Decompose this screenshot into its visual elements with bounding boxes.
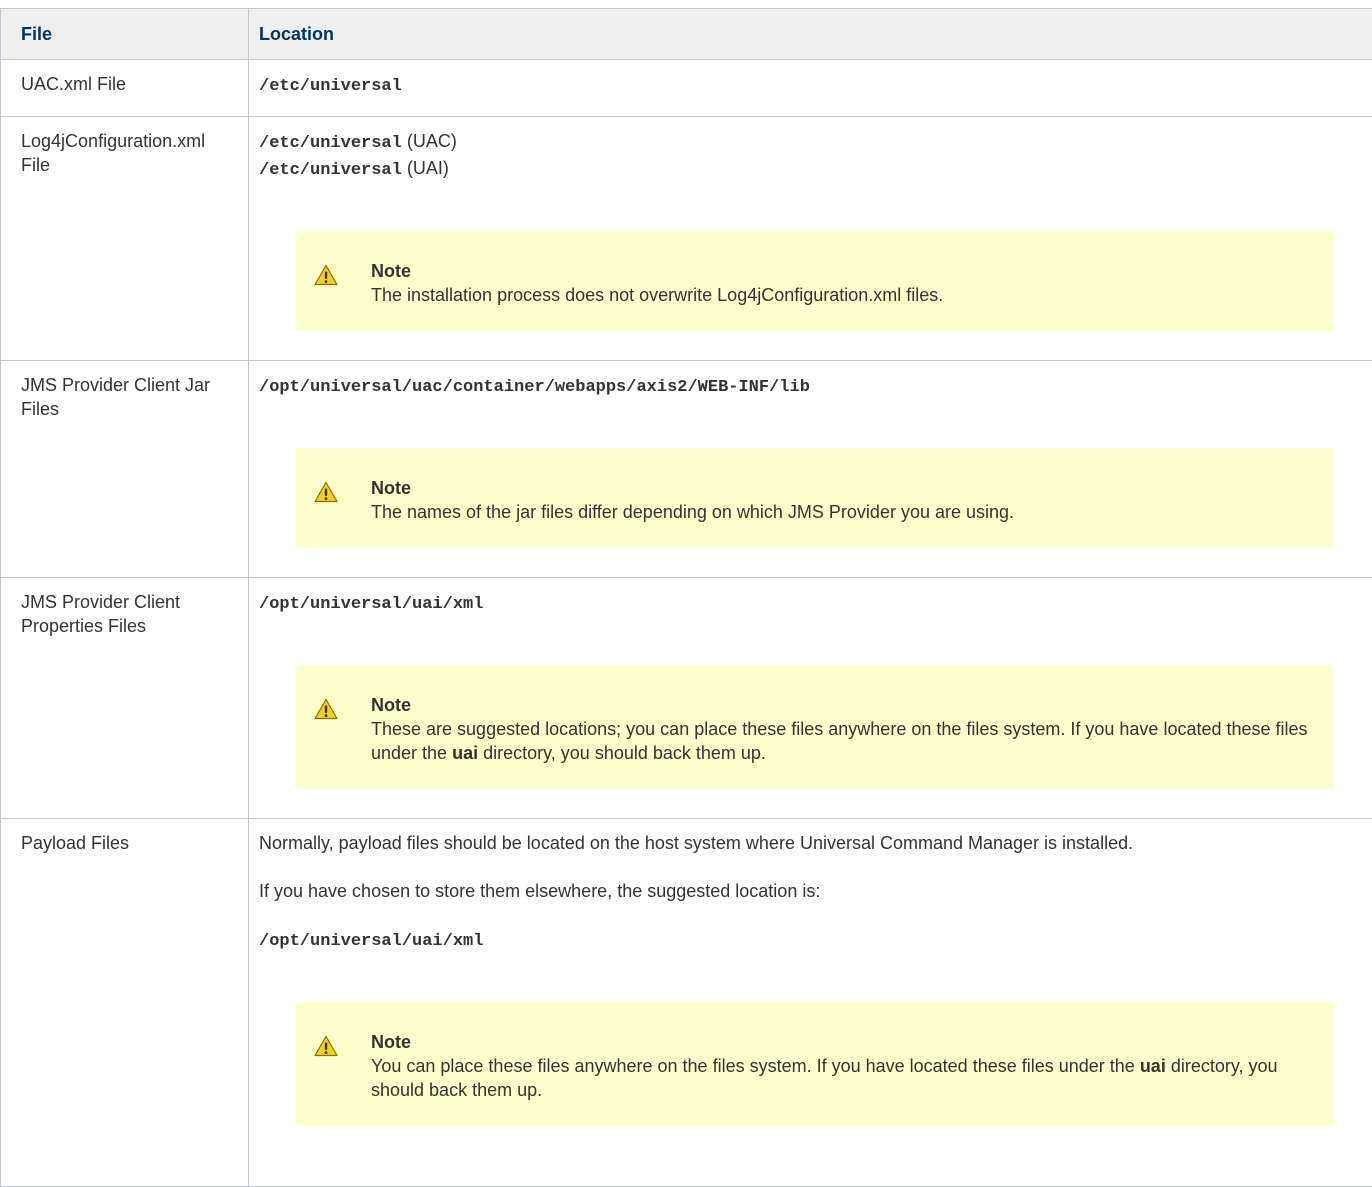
file-cell: JMS Provider Client Properties Files — [1, 578, 249, 819]
column-header-file: File — [1, 9, 249, 60]
file-cell: UAC.xml File — [1, 60, 249, 117]
note-panel: Note The installation process does not o… — [296, 231, 1334, 331]
note-text: The installation process does not overwr… — [371, 285, 943, 305]
location-cell: /etc/universal (UAC) /etc/universal (UAI… — [249, 117, 1372, 361]
note-panel: Note The names of the jar files differ d… — [296, 448, 1334, 548]
note-panel: Note These are suggested locations; you … — [296, 665, 1334, 789]
warning-icon — [314, 1035, 338, 1057]
file-location-table: File Location UAC.xml File /etc/universa… — [0, 8, 1372, 1187]
table-row: Payload Files Normally, payload files sh… — [1, 819, 1372, 1187]
note-title: Note — [371, 259, 1314, 283]
note-title: Note — [371, 693, 1314, 717]
table-header-row: File Location — [1, 9, 1372, 60]
location-path: /opt/universal/uai/xml — [259, 595, 483, 614]
file-name: JMS Provider Client Properties Files — [21, 592, 180, 636]
note-panel: Note You can place these files anywhere … — [296, 1002, 1334, 1126]
warning-icon — [314, 698, 338, 720]
location-line: /opt/universal/uai/xml — [259, 590, 1334, 617]
note-text-after: directory, you should back them up. — [483, 743, 766, 763]
location-path: /etc/universal — [259, 77, 402, 96]
location-suffix: (UAI) — [407, 158, 449, 178]
file-cell: Log4jConfiguration.xml File — [1, 117, 249, 361]
table-row: JMS Provider Client Properties Files /op… — [1, 578, 1372, 819]
warning-icon — [314, 264, 338, 286]
location-cell: /opt/universal/uac/container/webapps/axi… — [249, 361, 1372, 578]
location-line: /etc/universal (UAI) — [259, 156, 1334, 183]
table-row: JMS Provider Client Jar Files /opt/unive… — [1, 361, 1372, 578]
location-path: /etc/universal — [259, 161, 402, 180]
location-cell: /etc/universal — [249, 60, 1372, 117]
file-cell: Payload Files — [1, 819, 249, 1187]
note-text-before: You can place these files anywhere on th… — [371, 1056, 1135, 1076]
location-line: /opt/universal/uai/xml — [259, 927, 1334, 954]
file-name: UAC.xml File — [21, 74, 126, 94]
note-bold-term: uai — [1140, 1056, 1166, 1076]
location-path: /opt/universal/uai/xml — [259, 932, 483, 951]
warning-icon — [314, 481, 338, 503]
location-line: /etc/universal (UAC) — [259, 129, 1334, 156]
file-name: Payload Files — [21, 833, 129, 853]
table-row: Log4jConfiguration.xml File /etc/univers… — [1, 117, 1372, 361]
file-name: JMS Provider Client Jar Files — [21, 375, 210, 419]
location-paragraph: Normally, payload files should be locate… — [259, 831, 1334, 855]
note-bold-term: uai — [452, 743, 478, 763]
location-line: /opt/universal/uac/container/webapps/axi… — [259, 373, 1334, 400]
file-name: Log4jConfiguration.xml File — [21, 131, 205, 175]
location-path: /etc/universal — [259, 134, 402, 153]
note-text: The names of the jar files differ depend… — [371, 502, 1014, 522]
location-paragraph: If you have chosen to store them elsewhe… — [259, 879, 1334, 903]
location-cell: /opt/universal/uai/xml Note These are su… — [249, 578, 1372, 819]
location-cell: Normally, payload files should be locate… — [249, 819, 1372, 1187]
column-header-location: Location — [249, 9, 1372, 60]
table-row: UAC.xml File /etc/universal — [1, 60, 1372, 117]
note-title: Note — [371, 1030, 1314, 1054]
note-title: Note — [371, 476, 1314, 500]
location-path: /opt/universal/uac/container/webapps/axi… — [259, 378, 810, 397]
file-cell: JMS Provider Client Jar Files — [1, 361, 249, 578]
location-suffix: (UAC) — [407, 131, 457, 151]
